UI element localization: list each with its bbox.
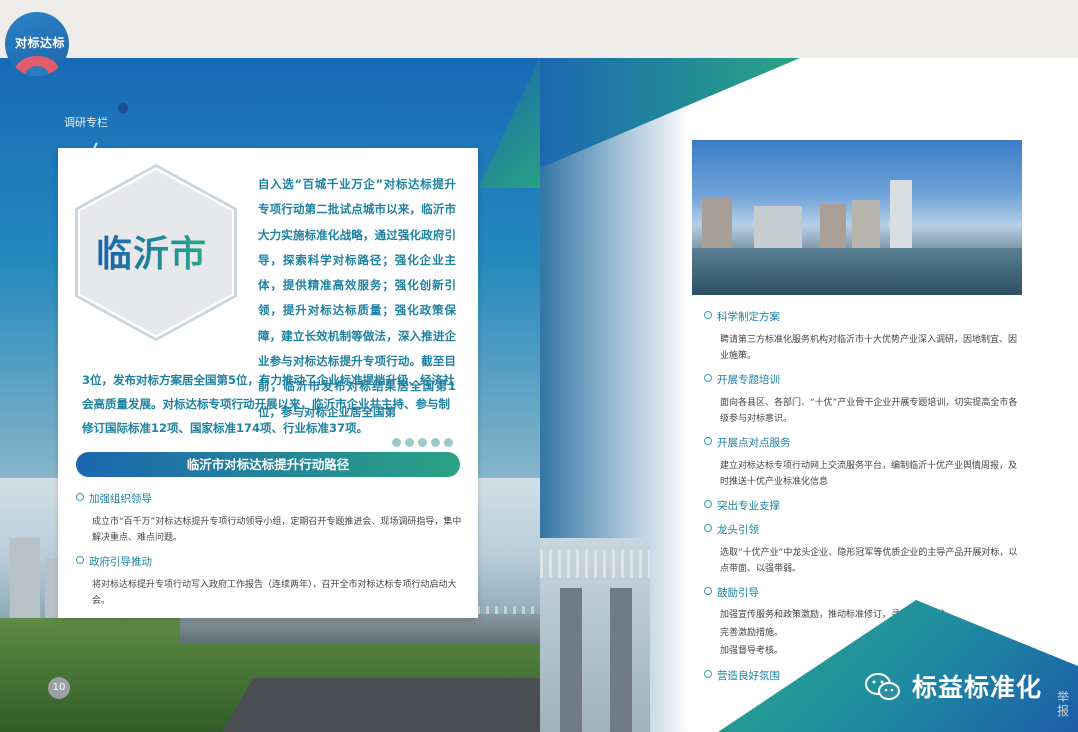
item-title: 政府引导推动 [89, 556, 152, 568]
wechat-icon [865, 673, 900, 700]
circle-bullet-icon [76, 493, 84, 501]
item-body: 将对标达标提升专项行动写入政府工作报告（连续两年），召开全市对标达标专项行动启动… [92, 580, 457, 606]
item-body: 面向各县区、各部门、“十优”产业骨干企业开展专题培训，切实提高全市各级参与对标意… [720, 398, 1018, 424]
left-item-list: 加强组织领导 成立市“百千万”对标达标提升专项行动领导小组，定期召开专题推进会、… [76, 491, 464, 609]
circle-bullet-icon [704, 437, 712, 445]
city-photo [692, 140, 1022, 295]
circle-bullet-icon [704, 670, 712, 678]
pagination-dots [392, 432, 457, 451]
list-item-head: 鼓励引导 [704, 585, 1024, 600]
item-body: 成立市“百千万”对标达标提升专项行动领导小组，定期召开专题推进会、现场调研指导，… [92, 517, 462, 543]
section-tag: 调研专栏 [64, 116, 108, 129]
top-strip [0, 0, 1078, 56]
dot-2 [405, 438, 414, 447]
item-title: 科学制定方案 [717, 311, 780, 323]
dot-1 [392, 438, 401, 447]
item-title: 营造良好氛围 [717, 670, 780, 682]
item-title: 突出专业支撑 [717, 500, 780, 512]
page-number: 10 [48, 677, 70, 699]
circle-bullet-icon [704, 587, 712, 595]
circle-bullet-icon [704, 524, 712, 532]
circle-bullet-icon [76, 556, 84, 564]
circle-bullet-icon [704, 311, 712, 319]
item-title: 龙头引领 [717, 524, 759, 536]
item-body: 聘请第三方标准化服务机构对临沂市十大优势产业深入调研，因地制宜、因业施策。 [720, 335, 1018, 361]
item-title: 鼓励引导 [717, 587, 759, 599]
circle-bullet-icon [704, 500, 712, 508]
intro-text-bottom: 3位，发布对标方案居全国第5位，有力推动了企业标准提档升级、经济社会高质量发展。… [82, 373, 455, 435]
city-title: 临沂市 [96, 225, 207, 277]
list-item-head: 加强组织领导 [76, 491, 464, 506]
list-item-head: 突出专业支撑 [704, 498, 1024, 513]
list-item-head: 开展点对点服务 [704, 435, 1024, 450]
item-body: 选取“十优产业”中龙头企业、隐形冠军等优质企业的主导产品开展对标，以点带面、以强… [720, 548, 1018, 574]
list-item-head: 科学制定方案 [704, 309, 1024, 324]
item-body: 建立对标达标专项行动网上交流服务平台，编制临沂十优产业舆情周报，及时推送十优产业… [720, 461, 1018, 487]
logo-badge: 对标达标 [5, 12, 69, 76]
list-item-head: 开展专题培训 [704, 372, 1024, 387]
dot-4 [431, 438, 440, 447]
watermark-text: 标益标准化 [912, 673, 1043, 702]
circle-bullet-icon [704, 374, 712, 382]
dot-5 [444, 438, 453, 447]
logo-text: 对标达标 [15, 36, 66, 50]
decor-dot [118, 103, 128, 113]
report-text: 举报 [1057, 690, 1070, 718]
item-title: 开展专题培训 [717, 374, 780, 386]
dot-3 [418, 438, 427, 447]
report-link[interactable]: 举报 [1057, 690, 1078, 718]
item-title: 加强组织领导 [89, 493, 152, 505]
path-banner: 临沂市对标达标提升行动路径 [76, 452, 460, 477]
list-item-head: 龙头引领 [704, 522, 1024, 537]
list-item-head: 政府引导推动 [76, 554, 464, 569]
item-title: 开展点对点服务 [717, 437, 791, 449]
